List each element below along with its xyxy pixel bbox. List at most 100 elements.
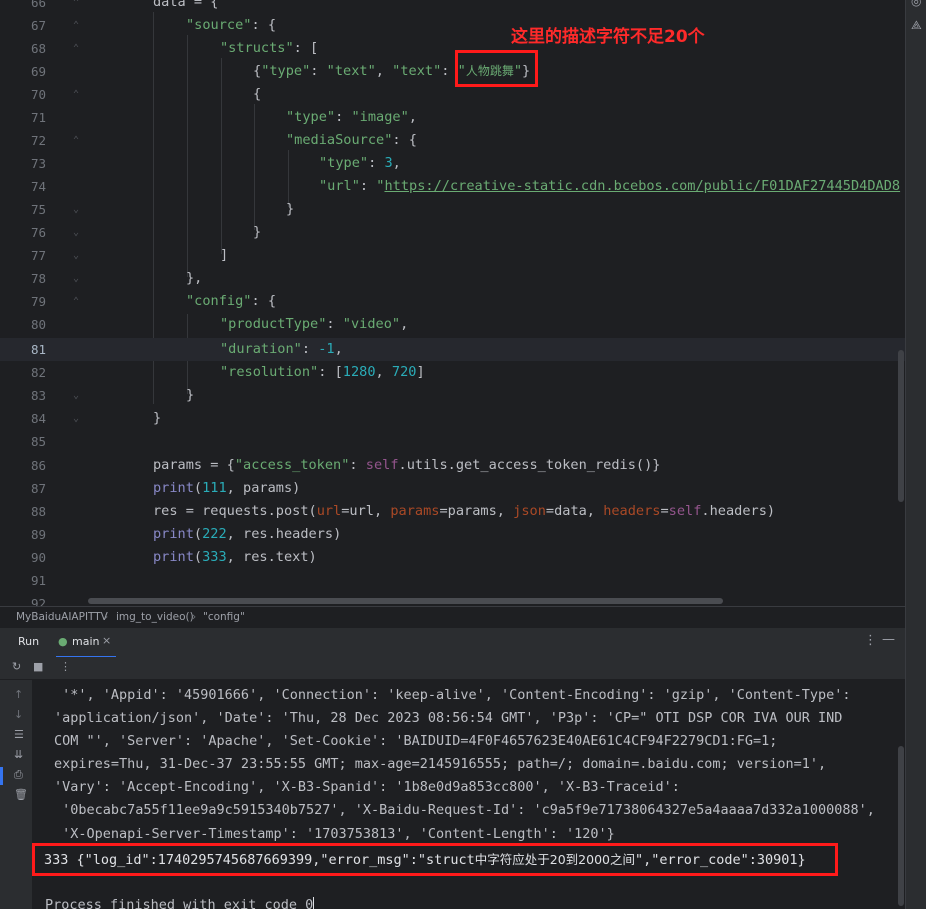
annotation-label: 这里的描述字符不足20个	[511, 27, 705, 47]
code-line[interactable]: "type": "image",	[88, 106, 905, 129]
code-line[interactable]: }	[88, 407, 905, 430]
breadcrumb-separator: ›	[192, 611, 197, 623]
code-token: ,	[408, 109, 417, 125]
ai-assistant-icon[interactable]: ⟁	[911, 18, 922, 33]
breadcrumb-item[interactable]: img_to_video()	[116, 607, 194, 627]
code-line[interactable]: res = requests.post(url=url, params=para…	[88, 500, 905, 523]
code-token: ]	[220, 247, 229, 263]
scroll-to-end-icon[interactable]: ⇊	[14, 748, 23, 761]
breadcrumb-item[interactable]: "config"	[203, 607, 245, 627]
code-token: "productType"	[220, 316, 327, 332]
fold-marker-icon[interactable]: ⌄	[73, 384, 83, 407]
line-number: 67	[30, 18, 46, 33]
fold-marker-icon[interactable]: ⌄	[73, 244, 83, 267]
fold-marker-icon[interactable]: ⌄	[73, 198, 83, 221]
text-caret	[313, 897, 315, 909]
fold-marker-icon[interactable]: ⌃	[73, 14, 83, 37]
fold-marker-icon[interactable]: ⌃	[73, 37, 83, 60]
code-line[interactable]: }	[88, 221, 905, 244]
line-number: 69	[30, 64, 46, 79]
console-side-toolbar: ↑ ↓ ☰ ⇊ ⎙ 🗑	[8, 680, 32, 909]
code-token: ,	[375, 63, 393, 79]
vertical-scrollbar[interactable]	[898, 350, 904, 502]
code-token: params = {	[153, 457, 235, 473]
url-link[interactable]: https://creative-static.cdn.bcebos.com/p…	[384, 178, 900, 194]
fold-marker-icon[interactable]: ⌃	[73, 129, 83, 152]
code-token: =data,	[545, 503, 604, 519]
code-token: -1	[318, 341, 335, 357]
code-token: :	[301, 341, 319, 357]
scroll-down-icon[interactable]: ↓	[14, 708, 23, 721]
console-scrollbar[interactable]	[898, 746, 904, 906]
code-token: : [	[318, 364, 343, 380]
print-icon[interactable]: ⎙	[14, 768, 23, 782]
code-line[interactable]: print(111, params)	[88, 477, 905, 500]
code-token: :	[310, 63, 327, 79]
code-line[interactable]: print(222, res.headers)	[88, 523, 905, 546]
exit-text: Process finished with exit code 0	[45, 897, 314, 909]
more-options-icon[interactable]: ⋮	[60, 660, 71, 673]
fold-marker-icon[interactable]: ⌃	[73, 290, 83, 313]
line-number: 83	[30, 388, 46, 403]
left-tool-active-indicator	[0, 767, 3, 785]
code-line[interactable]: "productType": "video",	[88, 313, 905, 336]
run-panel-title: Run	[18, 635, 40, 648]
code-token: headers	[603, 503, 661, 519]
code-token: :	[335, 109, 352, 125]
tab-main[interactable]: ● main ×	[56, 628, 116, 658]
code-token: 333	[202, 549, 227, 565]
minimize-icon[interactable]: —	[882, 632, 895, 647]
code-token: "duration"	[220, 341, 302, 357]
code-token: "structs"	[220, 40, 294, 56]
fold-marker-icon[interactable]: ⌃	[73, 83, 83, 106]
stop-icon[interactable]: ■	[33, 660, 43, 673]
code-line[interactable]: "type": 3,	[88, 152, 905, 175]
soft-wrap-icon[interactable]: ☰	[14, 728, 24, 741]
console-line: COM "', 'Server': 'Apache', 'Set-Cookie'…	[54, 733, 778, 749]
fold-marker-icon[interactable]: ⌄	[73, 267, 83, 290]
code-line[interactable]: data = {	[88, 0, 905, 14]
code-token: ,	[392, 155, 401, 171]
code-line[interactable]: params = {"access_token": self.utils.get…	[88, 454, 905, 477]
rerun-icon[interactable]: ↻	[12, 660, 21, 673]
code-line[interactable]: "source": {	[88, 14, 905, 37]
code-line[interactable]: print(333, res.text)	[88, 546, 905, 569]
code-token: , res.text)	[226, 549, 317, 565]
code-line[interactable]: }	[88, 384, 905, 407]
close-icon[interactable]: ×	[102, 634, 111, 647]
code-line[interactable]: "resolution": [1280, 720]	[88, 361, 905, 384]
code-token: json	[513, 503, 546, 519]
right-tool-strip: ◎ ⟁	[905, 0, 926, 909]
run-toolbar: ↻ ■ ⋮	[0, 657, 905, 680]
code-line[interactable]: ]	[88, 244, 905, 267]
code-token: = {	[185, 0, 219, 10]
code-line[interactable]: "mediaSource": {	[88, 129, 905, 152]
code-line[interactable]: "duration": -1,	[88, 338, 905, 361]
tab-label: main	[72, 635, 100, 648]
line-number: 70	[30, 87, 46, 102]
line-number: 84	[30, 411, 46, 426]
fold-marker-icon[interactable]: ⌃	[73, 0, 83, 14]
scroll-up-icon[interactable]: ↑	[14, 688, 23, 701]
more-options-icon[interactable]: ⋮	[864, 633, 877, 648]
code-token: }	[153, 410, 162, 426]
code-editor[interactable]: 66 67 68 69 70 71 72 73 74 75 76 77 78 7…	[0, 0, 905, 606]
console-output[interactable]: '*', 'Appid': '45901666', 'Connection': …	[32, 680, 905, 909]
code-line[interactable]: "config": {	[88, 290, 905, 313]
code-token: =params,	[439, 503, 514, 519]
code-token: }	[186, 387, 195, 403]
code-line[interactable]: },	[88, 267, 905, 290]
code-token: ]	[416, 364, 425, 380]
code-token: "config"	[186, 293, 252, 309]
fold-marker-icon[interactable]: ⌄	[73, 407, 83, 430]
horizontal-scrollbar[interactable]	[88, 598, 723, 604]
breadcrumb-item[interactable]: MyBaiduAIAPITTV	[16, 607, 108, 627]
line-number: 88	[30, 504, 46, 519]
line-number-current: 81	[30, 342, 46, 357]
code-line[interactable]: "url": "https://creative-static.cdn.bceb…	[88, 175, 905, 198]
fold-marker-icon[interactable]: ⌄	[73, 221, 83, 244]
code-line[interactable]: }	[88, 198, 905, 221]
notifications-icon[interactable]: ◎	[911, 0, 921, 8]
trash-icon[interactable]: 🗑	[14, 788, 28, 801]
line-number: 78	[30, 271, 46, 286]
